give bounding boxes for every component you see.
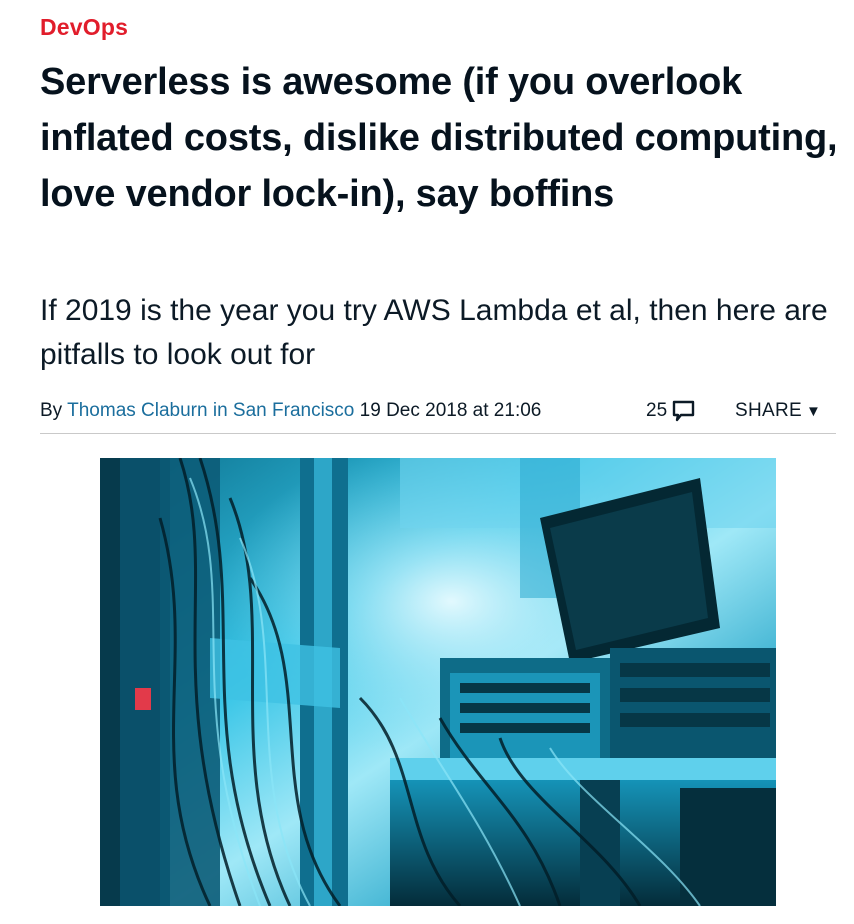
byline-by: By bbox=[40, 400, 63, 421]
section-label[interactable]: DevOps bbox=[40, 14, 128, 41]
comments-link[interactable]: 25 bbox=[646, 396, 696, 426]
author-link[interactable]: Thomas Claburn in San Francisco bbox=[67, 400, 354, 421]
byline: By Thomas Claburn in San Francisco 19 De… bbox=[40, 396, 836, 426]
article-headline: Serverless is awesome (if you overlook i… bbox=[40, 61, 838, 215]
comment-count: 25 bbox=[646, 400, 668, 421]
article-standfirst: If 2019 is the year you try AWS Lambda e… bbox=[40, 294, 828, 371]
hero-image[interactable] bbox=[100, 458, 776, 906]
share-button[interactable]: SHARE ▼ bbox=[735, 396, 821, 427]
publish-date: 19 Dec 2018 at 21:06 bbox=[359, 400, 542, 421]
byline-divider bbox=[40, 433, 836, 434]
server-rack-photo bbox=[100, 458, 776, 906]
speech-bubble-icon bbox=[672, 400, 696, 422]
share-label: SHARE bbox=[735, 400, 802, 421]
triangle-down-icon: ▼ bbox=[805, 403, 822, 420]
